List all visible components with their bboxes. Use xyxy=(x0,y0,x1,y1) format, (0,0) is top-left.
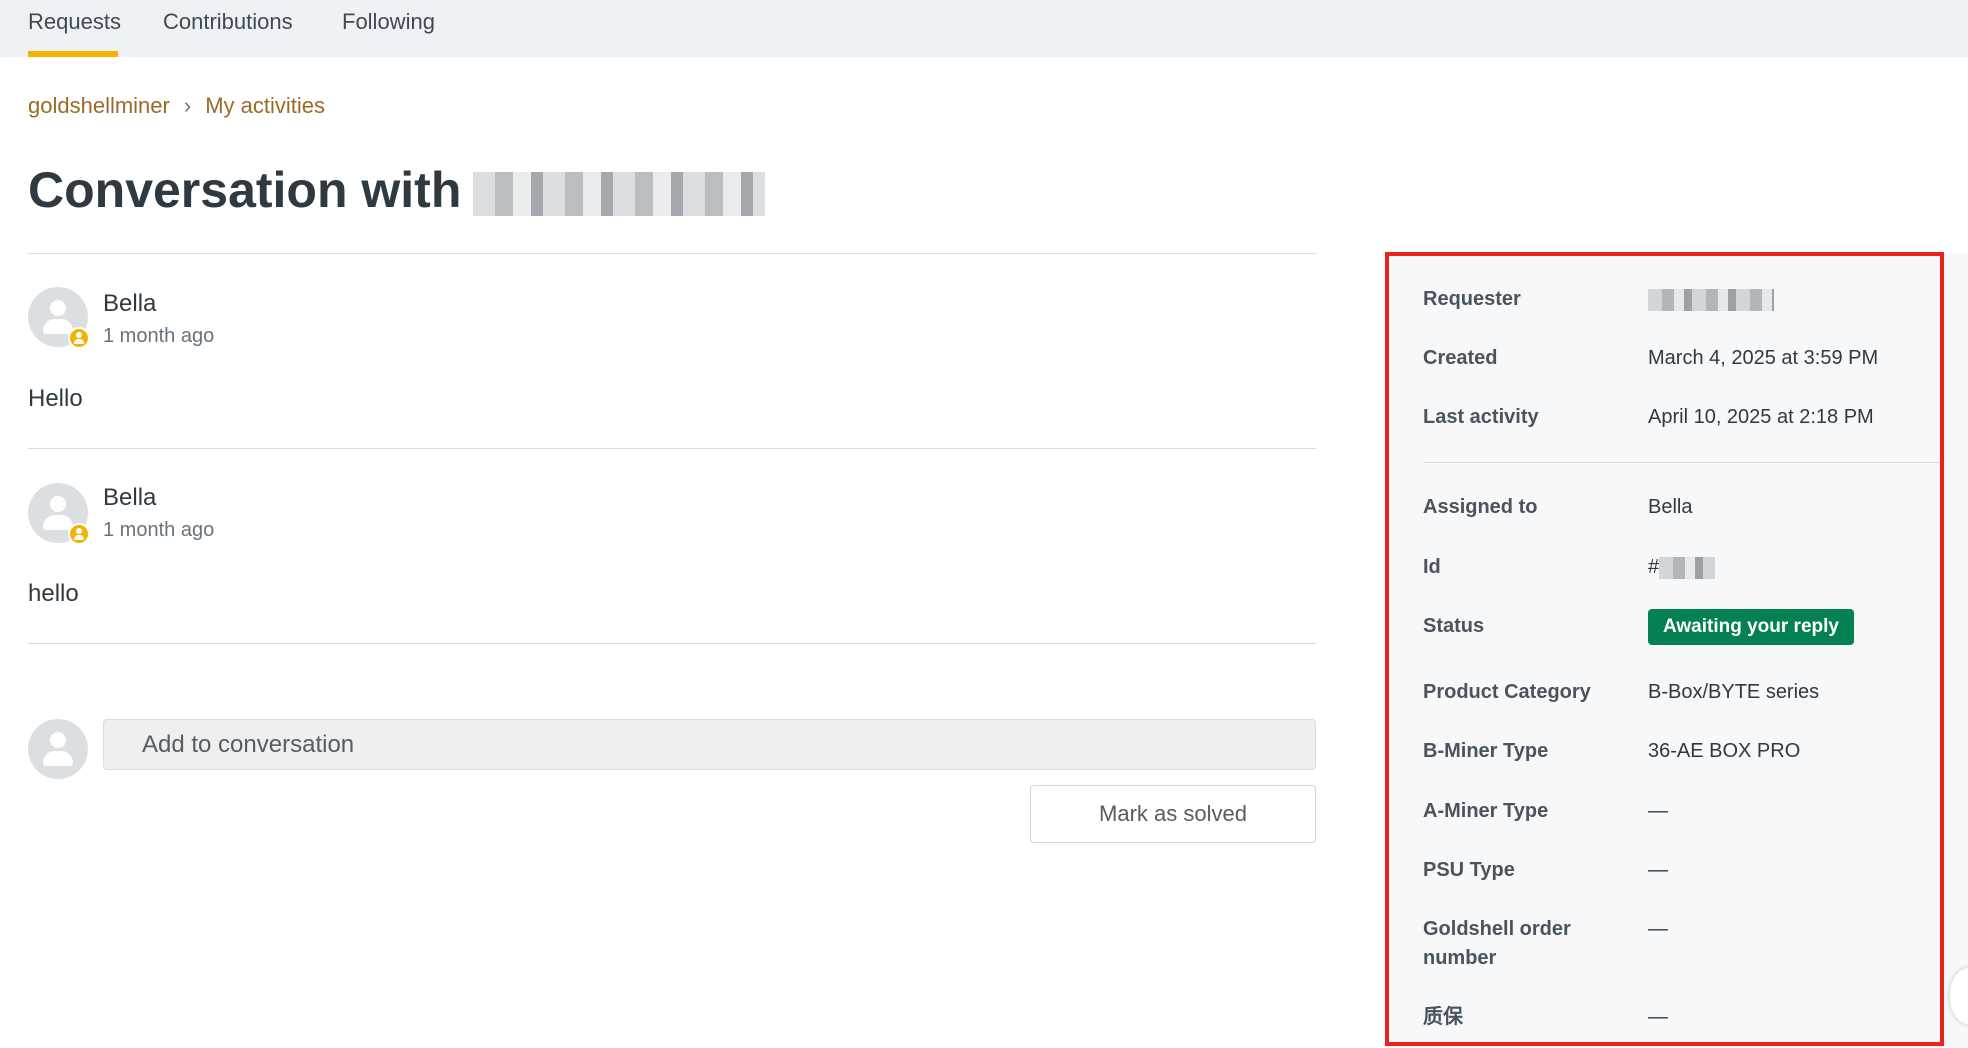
add-to-conversation-input[interactable]: Add to conversation xyxy=(103,719,1316,770)
detail-label: Created xyxy=(1423,347,1498,369)
detail-value: Bella xyxy=(1648,496,1693,518)
page-title: Conversation with xyxy=(28,155,766,225)
detail-value: — xyxy=(1648,918,1668,940)
detail-label: Id xyxy=(1423,556,1441,578)
comment-author: Bella xyxy=(103,484,157,511)
divider xyxy=(28,643,1316,644)
detail-value: Awaiting your reply xyxy=(1648,609,1938,645)
avatar xyxy=(28,483,90,545)
detail-value-requester xyxy=(1648,285,1938,314)
avatar xyxy=(28,287,90,349)
detail-label: Requester xyxy=(1423,288,1521,310)
comment: Bella 1 month ago hello xyxy=(28,481,1316,641)
detail-label: Assigned to xyxy=(1423,496,1538,518)
id-prefix: # xyxy=(1648,556,1660,578)
detail-value: — xyxy=(1648,1006,1668,1028)
comment-time: 1 month ago xyxy=(103,519,215,541)
detail-value-id: # xyxy=(1648,553,1938,582)
divider xyxy=(28,253,1316,254)
comment-time: 1 month ago xyxy=(103,325,215,347)
status-badge: Awaiting your reply xyxy=(1648,609,1854,645)
detail-value: — xyxy=(1648,859,1668,881)
tabs-bar: Requests Contributions Following xyxy=(0,0,1968,57)
breadcrumb-link-goldshellminer[interactable]: goldshellminer xyxy=(28,88,170,124)
redacted-requester xyxy=(1648,288,1774,311)
comment-author: Bella xyxy=(103,290,157,317)
comment-body: Hello xyxy=(28,385,83,412)
agent-badge-icon xyxy=(68,327,90,349)
comment: Bella 1 month ago Hello xyxy=(28,287,1316,447)
detail-label: Last activity xyxy=(1423,406,1539,428)
detail-value: — xyxy=(1648,800,1668,822)
redacted-id xyxy=(1659,556,1716,579)
page-title-text: Conversation with xyxy=(28,162,462,218)
detail-label: PSU Type xyxy=(1423,859,1515,881)
detail-label: B-Miner Type xyxy=(1423,740,1549,762)
chevron-right-icon: › xyxy=(183,93,192,118)
tab-requests[interactable]: Requests xyxy=(28,0,121,57)
breadcrumb: goldshellminer › My activities xyxy=(28,88,325,124)
tab-contributions[interactable]: Contributions xyxy=(163,0,293,57)
mark-as-solved-button[interactable]: Mark as solved xyxy=(1030,785,1316,843)
detail-label: Product Category xyxy=(1423,681,1591,703)
breadcrumb-link-my-activities[interactable]: My activities xyxy=(205,88,325,124)
divider xyxy=(1423,462,1943,463)
detail-value: April 10, 2025 at 2:18 PM xyxy=(1648,406,1874,428)
detail-label: A-Miner Type xyxy=(1423,800,1549,822)
agent-badge-icon xyxy=(68,523,90,545)
divider xyxy=(28,448,1316,449)
detail-value: B-Box/BYTE series xyxy=(1648,681,1820,703)
redacted-username xyxy=(473,171,766,216)
detail-label: Goldshell order number xyxy=(1423,918,1571,969)
comment-body: hello xyxy=(28,580,79,607)
detail-value: March 4, 2025 at 3:59 PM xyxy=(1648,347,1879,369)
detail-value: 36-AE BOX PRO xyxy=(1648,740,1801,762)
detail-label: Status xyxy=(1423,615,1485,637)
user-avatar xyxy=(28,719,88,779)
detail-label: 质保 xyxy=(1423,1006,1463,1028)
tab-following[interactable]: Following xyxy=(342,0,435,57)
